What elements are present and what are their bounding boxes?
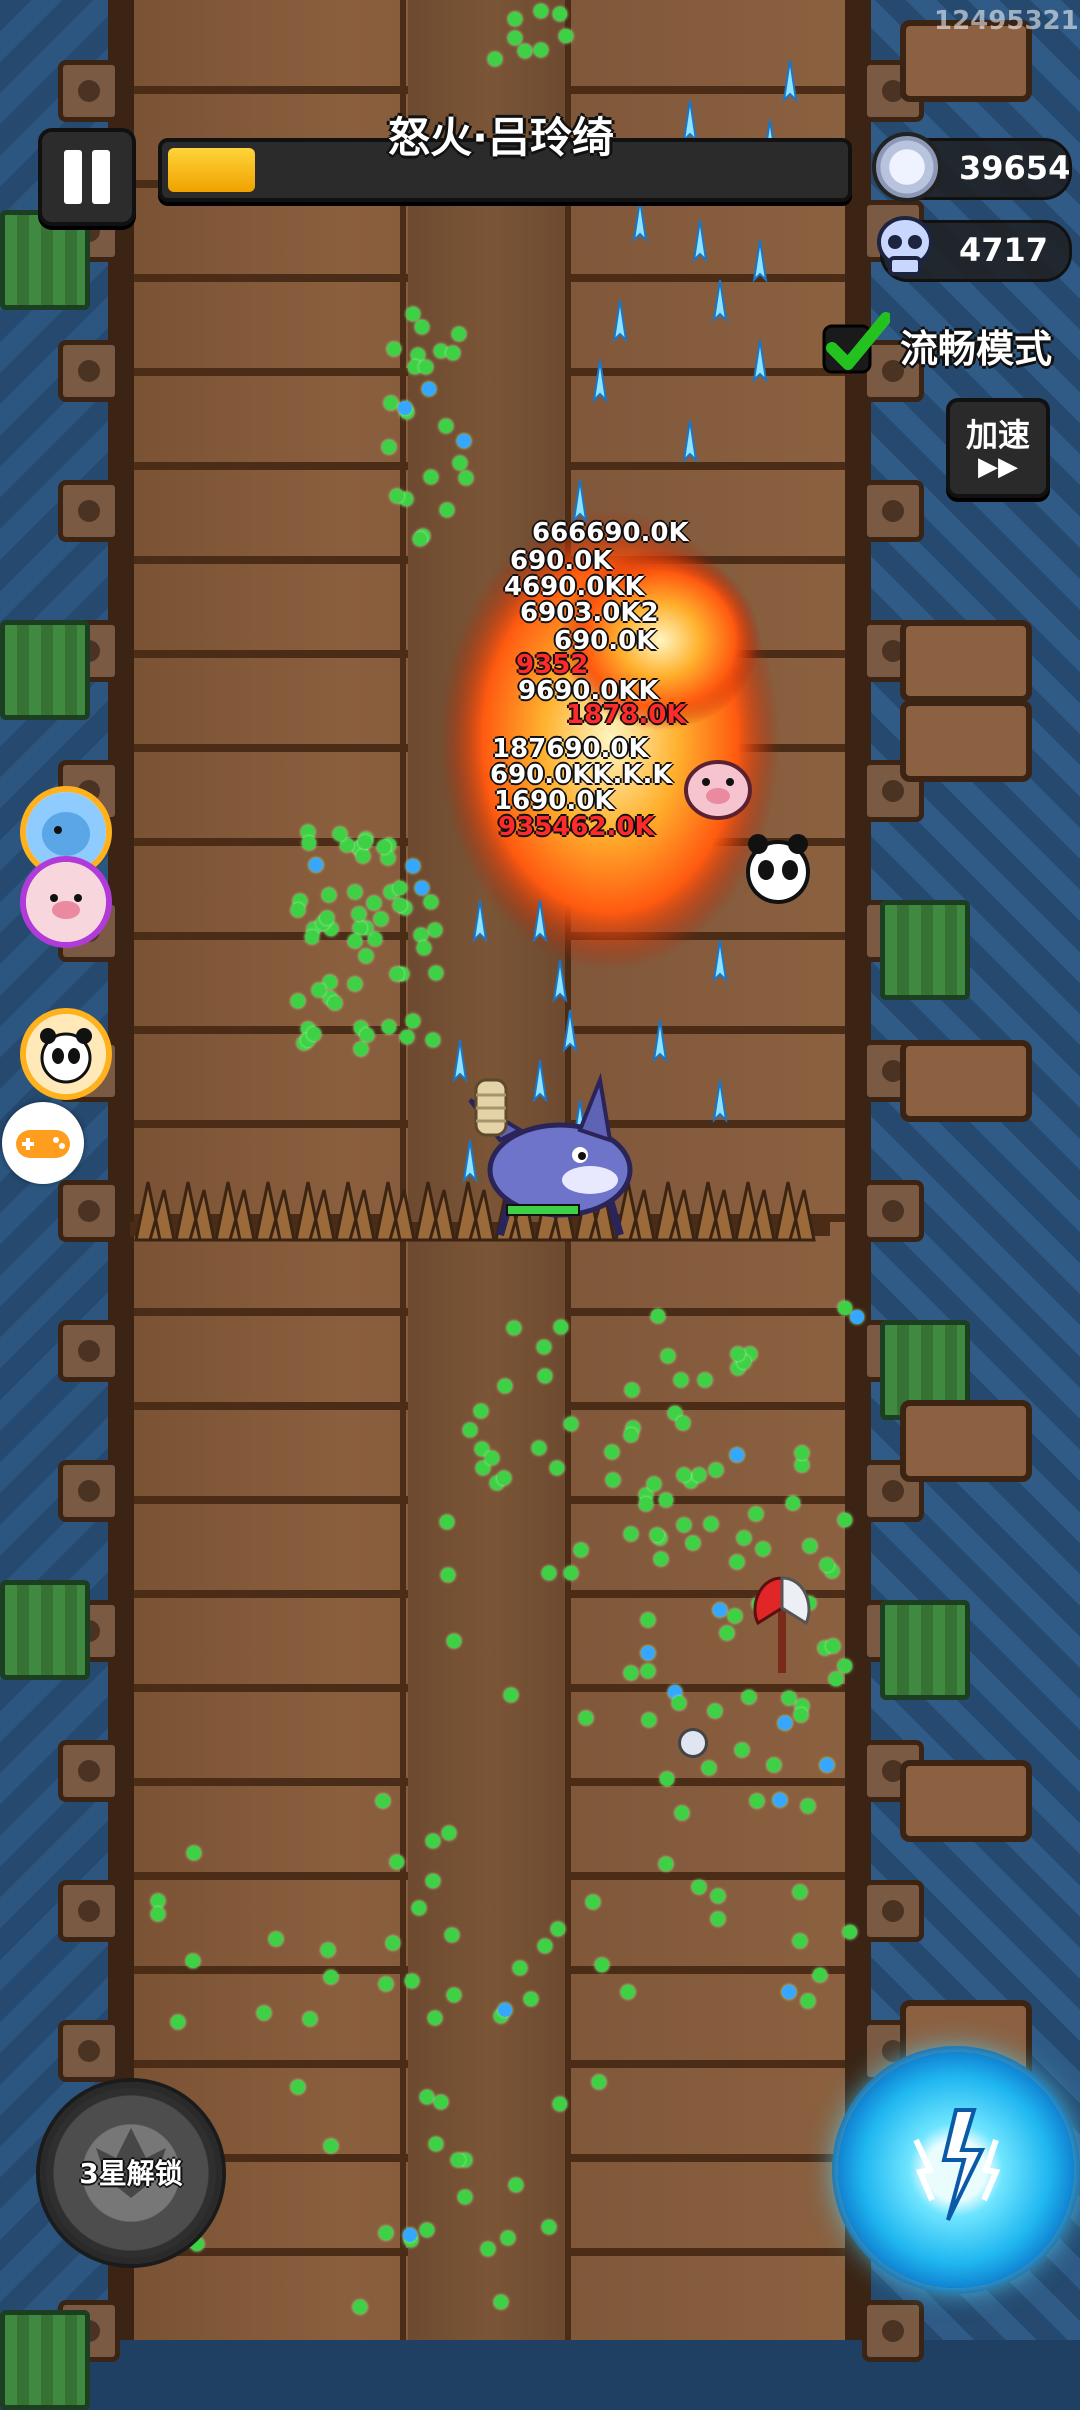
- ice-arrow-projectile: [472, 899, 488, 943]
- gamepad-icon: [16, 1130, 70, 1158]
- damage-number: 666690.0K: [532, 518, 689, 548]
- kill-count: 4717: [959, 231, 1049, 269]
- lightning-burst-icon: [913, 2108, 1001, 2221]
- ally-pig-portrait[interactable]: [20, 856, 112, 948]
- mummy-enemy: [474, 1078, 508, 1137]
- lightning-skill-button[interactable]: [838, 2052, 1074, 2288]
- ice-arrow-projectile: [712, 1079, 728, 1123]
- ice-arrow-projectile: [692, 219, 708, 263]
- ice-arrow-projectile: [712, 279, 728, 323]
- boss-name: 怒火·吕玲绮: [388, 113, 614, 162]
- ice-arrow-projectile: [712, 939, 728, 983]
- ice-arrow-projectile: [752, 339, 768, 383]
- panda-enemy: [746, 834, 810, 904]
- ice-arrow-projectile: [612, 299, 628, 343]
- ice-arrow-projectile: [592, 359, 608, 403]
- ice-arrow-projectile: [552, 959, 568, 1003]
- hero-hp-bar: [506, 1204, 580, 1216]
- smooth-mode-label[interactable]: 流畅模式: [900, 318, 1052, 373]
- watermark-id: 12495321: [934, 6, 1079, 36]
- fast-forward-icon: ▶▶: [978, 452, 1018, 482]
- ice-arrow-projectile: [752, 239, 768, 283]
- damage-number: 935462.0K: [498, 812, 655, 842]
- damage-number: 1878.0K: [566, 700, 687, 730]
- ice-arrow-projectile: [632, 199, 648, 243]
- coin-pickup: [678, 1728, 708, 1758]
- coin-count: 39654: [959, 149, 1071, 187]
- pig-enemy: [684, 760, 752, 820]
- pause-button[interactable]: [38, 128, 136, 226]
- ice-arrow-projectile: [682, 419, 698, 463]
- locked-skill-label: 3星解锁: [79, 2157, 183, 2190]
- locked-skill-button[interactable]: 3星解锁: [40, 2082, 222, 2264]
- smooth-mode-checkbox[interactable]: [822, 312, 890, 376]
- speed-up-label: 加速: [965, 416, 1030, 454]
- ally-panda-portrait[interactable]: [20, 1008, 112, 1100]
- gamepad-button[interactable]: [2, 1102, 84, 1184]
- skull-icon: [877, 216, 933, 276]
- ice-arrow-projectile: [562, 1009, 578, 1053]
- coin-icon: [872, 132, 942, 202]
- speed-up-button[interactable]: 加速 ▶▶: [946, 398, 1050, 498]
- axe-drop-pickup: [753, 1576, 811, 1673]
- ice-arrow-projectile: [782, 59, 798, 103]
- ice-arrow-projectile: [572, 479, 588, 523]
- ice-arrow-projectile: [652, 1019, 668, 1063]
- pause-icon: [60, 150, 114, 204]
- damage-number: 6903.0K2: [520, 598, 659, 628]
